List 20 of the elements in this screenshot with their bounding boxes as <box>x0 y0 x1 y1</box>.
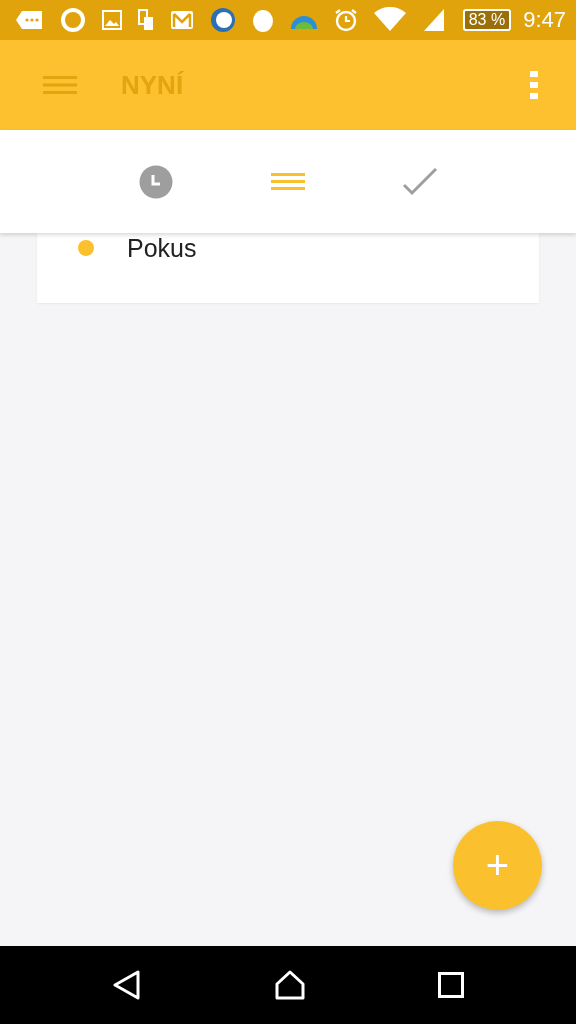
more-options-icon[interactable] <box>530 71 538 99</box>
wifi-icon <box>374 7 406 33</box>
app-icon <box>210 7 236 33</box>
badge-icon <box>60 7 86 33</box>
battery-level: 83 % <box>462 9 512 31</box>
mail-icon <box>170 10 194 30</box>
phone-icon <box>138 9 154 31</box>
notification-tag-icon <box>16 10 44 30</box>
menu-icon[interactable] <box>43 76 77 94</box>
status-time: 9:47 <box>523 7 566 33</box>
recents-icon[interactable] <box>438 972 464 998</box>
clock-icon <box>139 164 173 199</box>
signal-icon <box>422 8 446 32</box>
home-icon[interactable] <box>274 970 306 1000</box>
back-icon[interactable] <box>112 970 142 1000</box>
check-icon <box>403 167 437 196</box>
image-icon <box>102 10 122 30</box>
alarm-icon <box>334 8 358 32</box>
list-icon <box>271 173 305 190</box>
task-title[interactable]: Pokus <box>127 233 197 263</box>
